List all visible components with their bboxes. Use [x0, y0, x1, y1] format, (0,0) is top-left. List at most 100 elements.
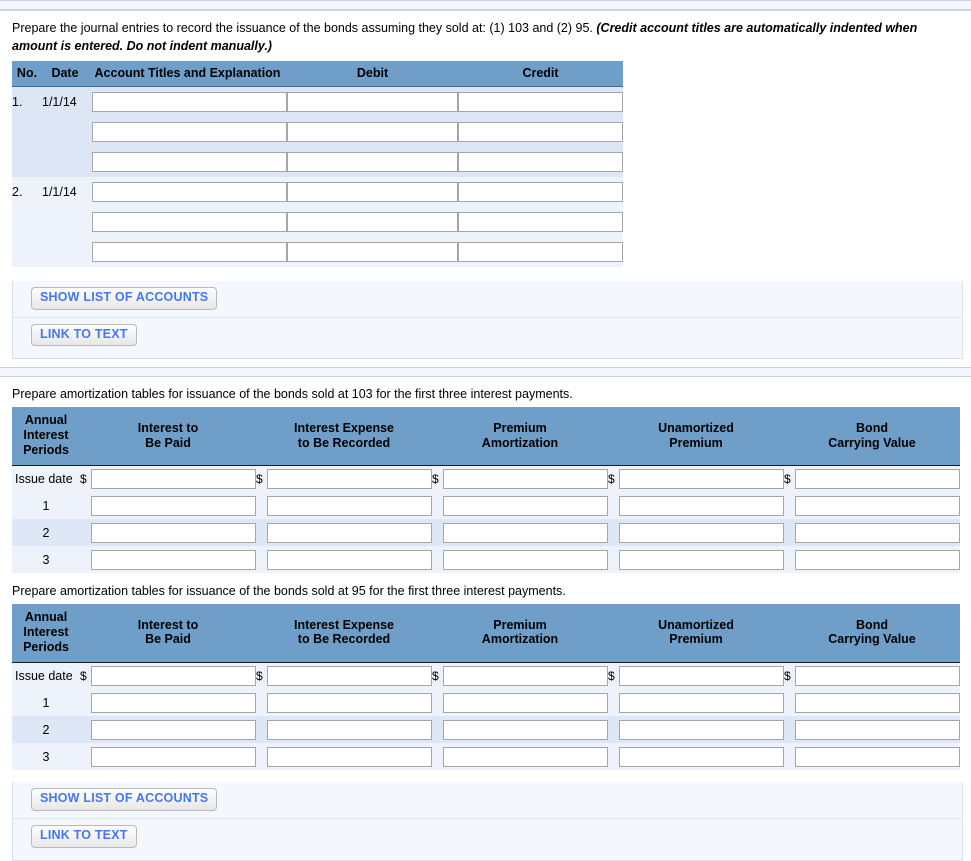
journal-entry-1-line-1-credit-input[interactable]	[458, 92, 623, 112]
amort-103-r3-premium-amort-input[interactable]	[443, 549, 608, 570]
amort-95-cell-r1c3	[432, 689, 608, 716]
journal-entry-1-line-2-account-input[interactable]	[92, 121, 287, 142]
amort-103-col2-line2: to Be Recorded	[297, 435, 391, 450]
amort-95-row-3-label: 3	[12, 743, 80, 770]
journal-entry-2-line-1-credit-input[interactable]	[458, 181, 623, 202]
journal-entry-2-line-2-account-input[interactable]	[92, 211, 287, 232]
amort-95-r0-interest-expense-input[interactable]	[267, 665, 432, 686]
amort-103-r0-interest-expense-input[interactable]	[267, 468, 432, 489]
amort-95-r3-carrying-value-input[interactable]	[795, 746, 960, 767]
amort-95-r0-premium-amort-input[interactable]	[443, 665, 608, 686]
amort-95-col-premium-amortization: Premium Amortization	[432, 604, 608, 663]
amort-103-r3-interest-paid-input[interactable]	[91, 549, 256, 570]
amort-95-r1-interest-expense-input[interactable]	[267, 692, 432, 713]
journal-entry-2-line-1-account-input[interactable]	[92, 181, 287, 202]
amort-95-r2-premium-amort-input[interactable]	[443, 719, 608, 740]
amort-103-r3-interest-expense-input[interactable]	[267, 549, 432, 570]
amort-103-col5-line2: Carrying Value	[828, 435, 916, 450]
dollar-sign-icon: $	[80, 668, 87, 683]
journal-entry-1-line-3-debit-input[interactable]	[287, 151, 458, 172]
amort-95-cell-r3c1	[80, 743, 256, 770]
amort-103-r0-premium-amort-input[interactable]	[443, 468, 608, 489]
amortization-95-instruction: Prepare amortization tables for issuance…	[12, 584, 566, 599]
journal-entry-1-line-1-account-input[interactable]	[92, 92, 287, 112]
amort-95-r3-interest-expense-input[interactable]	[267, 746, 432, 767]
table-row: 3	[12, 743, 960, 770]
journal-cell-credit	[458, 86, 623, 117]
amort-103-col-periods-line3: Periods	[23, 442, 69, 457]
amort-103-cell-r2c2	[256, 519, 432, 547]
amort-103-r1-interest-expense-input[interactable]	[267, 495, 432, 516]
amort-95-r0-interest-paid-input[interactable]	[91, 665, 256, 686]
amort-95-cell-r0c3: $	[432, 662, 608, 689]
journal-entry-1-line-2-debit-input[interactable]	[287, 121, 458, 142]
journal-entry-2-line-3-credit-input[interactable]	[458, 241, 623, 262]
amortization-103-header-row: Annual Interest Periods Interest to Be P…	[12, 407, 960, 466]
show-list-of-accounts-button[interactable]: SHOW LIST OF ACCOUNTS	[31, 286, 218, 310]
journal-cell-debit	[287, 86, 458, 117]
amort-103-r2-interest-expense-input[interactable]	[267, 522, 432, 543]
amort-103-r3-carrying-value-input[interactable]	[795, 549, 960, 570]
amort-103-r2-interest-paid-input[interactable]	[91, 522, 256, 543]
dollar-sign-icon: $	[432, 668, 439, 683]
amort-103-cell-r3c3	[432, 546, 608, 574]
amort-103-r2-carrying-value-input[interactable]	[795, 522, 960, 543]
amort-103-r1-unamortized-premium-input[interactable]	[619, 495, 784, 516]
amort-103-r0-carrying-value-input[interactable]	[795, 468, 960, 489]
amort-103-col-premium-amortization: Premium Amortization	[432, 407, 608, 466]
link-to-text-button-2[interactable]: LINK TO TEXT	[31, 824, 137, 848]
amort-95-r2-carrying-value-input[interactable]	[795, 719, 960, 740]
amort-95-cell-r2c5	[784, 716, 960, 743]
amort-95-r1-interest-paid-input[interactable]	[91, 692, 256, 713]
amort-95-r1-premium-amort-input[interactable]	[443, 692, 608, 713]
amort-95-r0-carrying-value-input[interactable]	[795, 665, 960, 686]
amort-103-row-2-label: 2	[12, 519, 80, 547]
amort-95-r1-unamortized-premium-input[interactable]	[619, 692, 784, 713]
amort-103-cell-r1c1	[80, 492, 256, 520]
amort-103-cell-r3c1	[80, 546, 256, 574]
amort-95-r2-interest-expense-input[interactable]	[267, 719, 432, 740]
journal-entry-2-line-2-credit-input[interactable]	[458, 211, 623, 232]
amort-95-r2-unamortized-premium-input[interactable]	[619, 719, 784, 740]
amort-103-col4-line2: Premium	[669, 435, 723, 450]
amort-103-r2-unamortized-premium-input[interactable]	[619, 522, 784, 543]
amort-95-col-interest-expense: Interest Expense to Be Recorded	[256, 604, 432, 663]
amort-95-r2-interest-paid-input[interactable]	[91, 719, 256, 740]
journal-spacer-date	[42, 116, 88, 147]
amort-95-r0-unamortized-premium-input[interactable]	[619, 665, 784, 686]
amort-103-r1-premium-amort-input[interactable]	[443, 495, 608, 516]
dollar-sign-icon: $	[432, 471, 439, 486]
journal-entry-1-line-3-account-input[interactable]	[92, 151, 287, 172]
amort-95-col-unamortized-premium: Unamortized Premium	[608, 604, 784, 663]
amort-95-col-periods-line2: Interest	[23, 625, 69, 639]
journal-entry-1-date: 1/1/14	[42, 86, 88, 117]
amort-103-col-interest-expense: Interest Expense to Be Recorded	[256, 407, 432, 466]
amort-95-r3-unamortized-premium-input[interactable]	[619, 746, 784, 767]
amort-95-r3-interest-paid-input[interactable]	[91, 746, 256, 767]
journal-entry-2-line-3-account-input[interactable]	[92, 241, 287, 262]
journal-entry-2-line-1-debit-input[interactable]	[287, 181, 458, 202]
amort-103-col-periods-line2: Interest	[23, 428, 69, 443]
amort-103-r3-unamortized-premium-input[interactable]	[619, 549, 784, 570]
journal-col-credit: Credit	[458, 61, 623, 88]
amort-103-col2-line1: Interest Expense	[293, 420, 395, 435]
show-list-of-accounts-button-2[interactable]: SHOW LIST OF ACCOUNTS	[31, 788, 218, 811]
amort-103-r2-premium-amort-input[interactable]	[443, 522, 608, 543]
journal-spacer-date	[42, 236, 88, 267]
amort-95-r3-premium-amort-input[interactable]	[443, 746, 608, 767]
journal-entry-1-line-1-debit-input[interactable]	[287, 92, 458, 112]
journal-entry-1-line-2-credit-input[interactable]	[458, 121, 623, 142]
journal-entry-1-no: 1.	[12, 86, 42, 117]
journal-cell-account	[88, 236, 287, 267]
amort-103-r0-unamortized-premium-input[interactable]	[619, 468, 784, 489]
amort-103-r1-carrying-value-input[interactable]	[795, 495, 960, 516]
amort-103-r0-interest-paid-input[interactable]	[91, 468, 256, 489]
link-to-text-button[interactable]: LINK TO TEXT	[31, 323, 137, 347]
top-panel-strip	[0, 0, 971, 10]
amort-103-col-bond-carrying-value: Bond Carrying Value	[784, 407, 960, 466]
amort-95-r1-carrying-value-input[interactable]	[795, 692, 960, 713]
journal-entry-2-line-3-debit-input[interactable]	[287, 241, 458, 262]
amort-103-r1-interest-paid-input[interactable]	[91, 495, 256, 516]
journal-entry-2-line-2-debit-input[interactable]	[287, 211, 458, 232]
journal-entry-1-line-3-credit-input[interactable]	[458, 151, 623, 172]
